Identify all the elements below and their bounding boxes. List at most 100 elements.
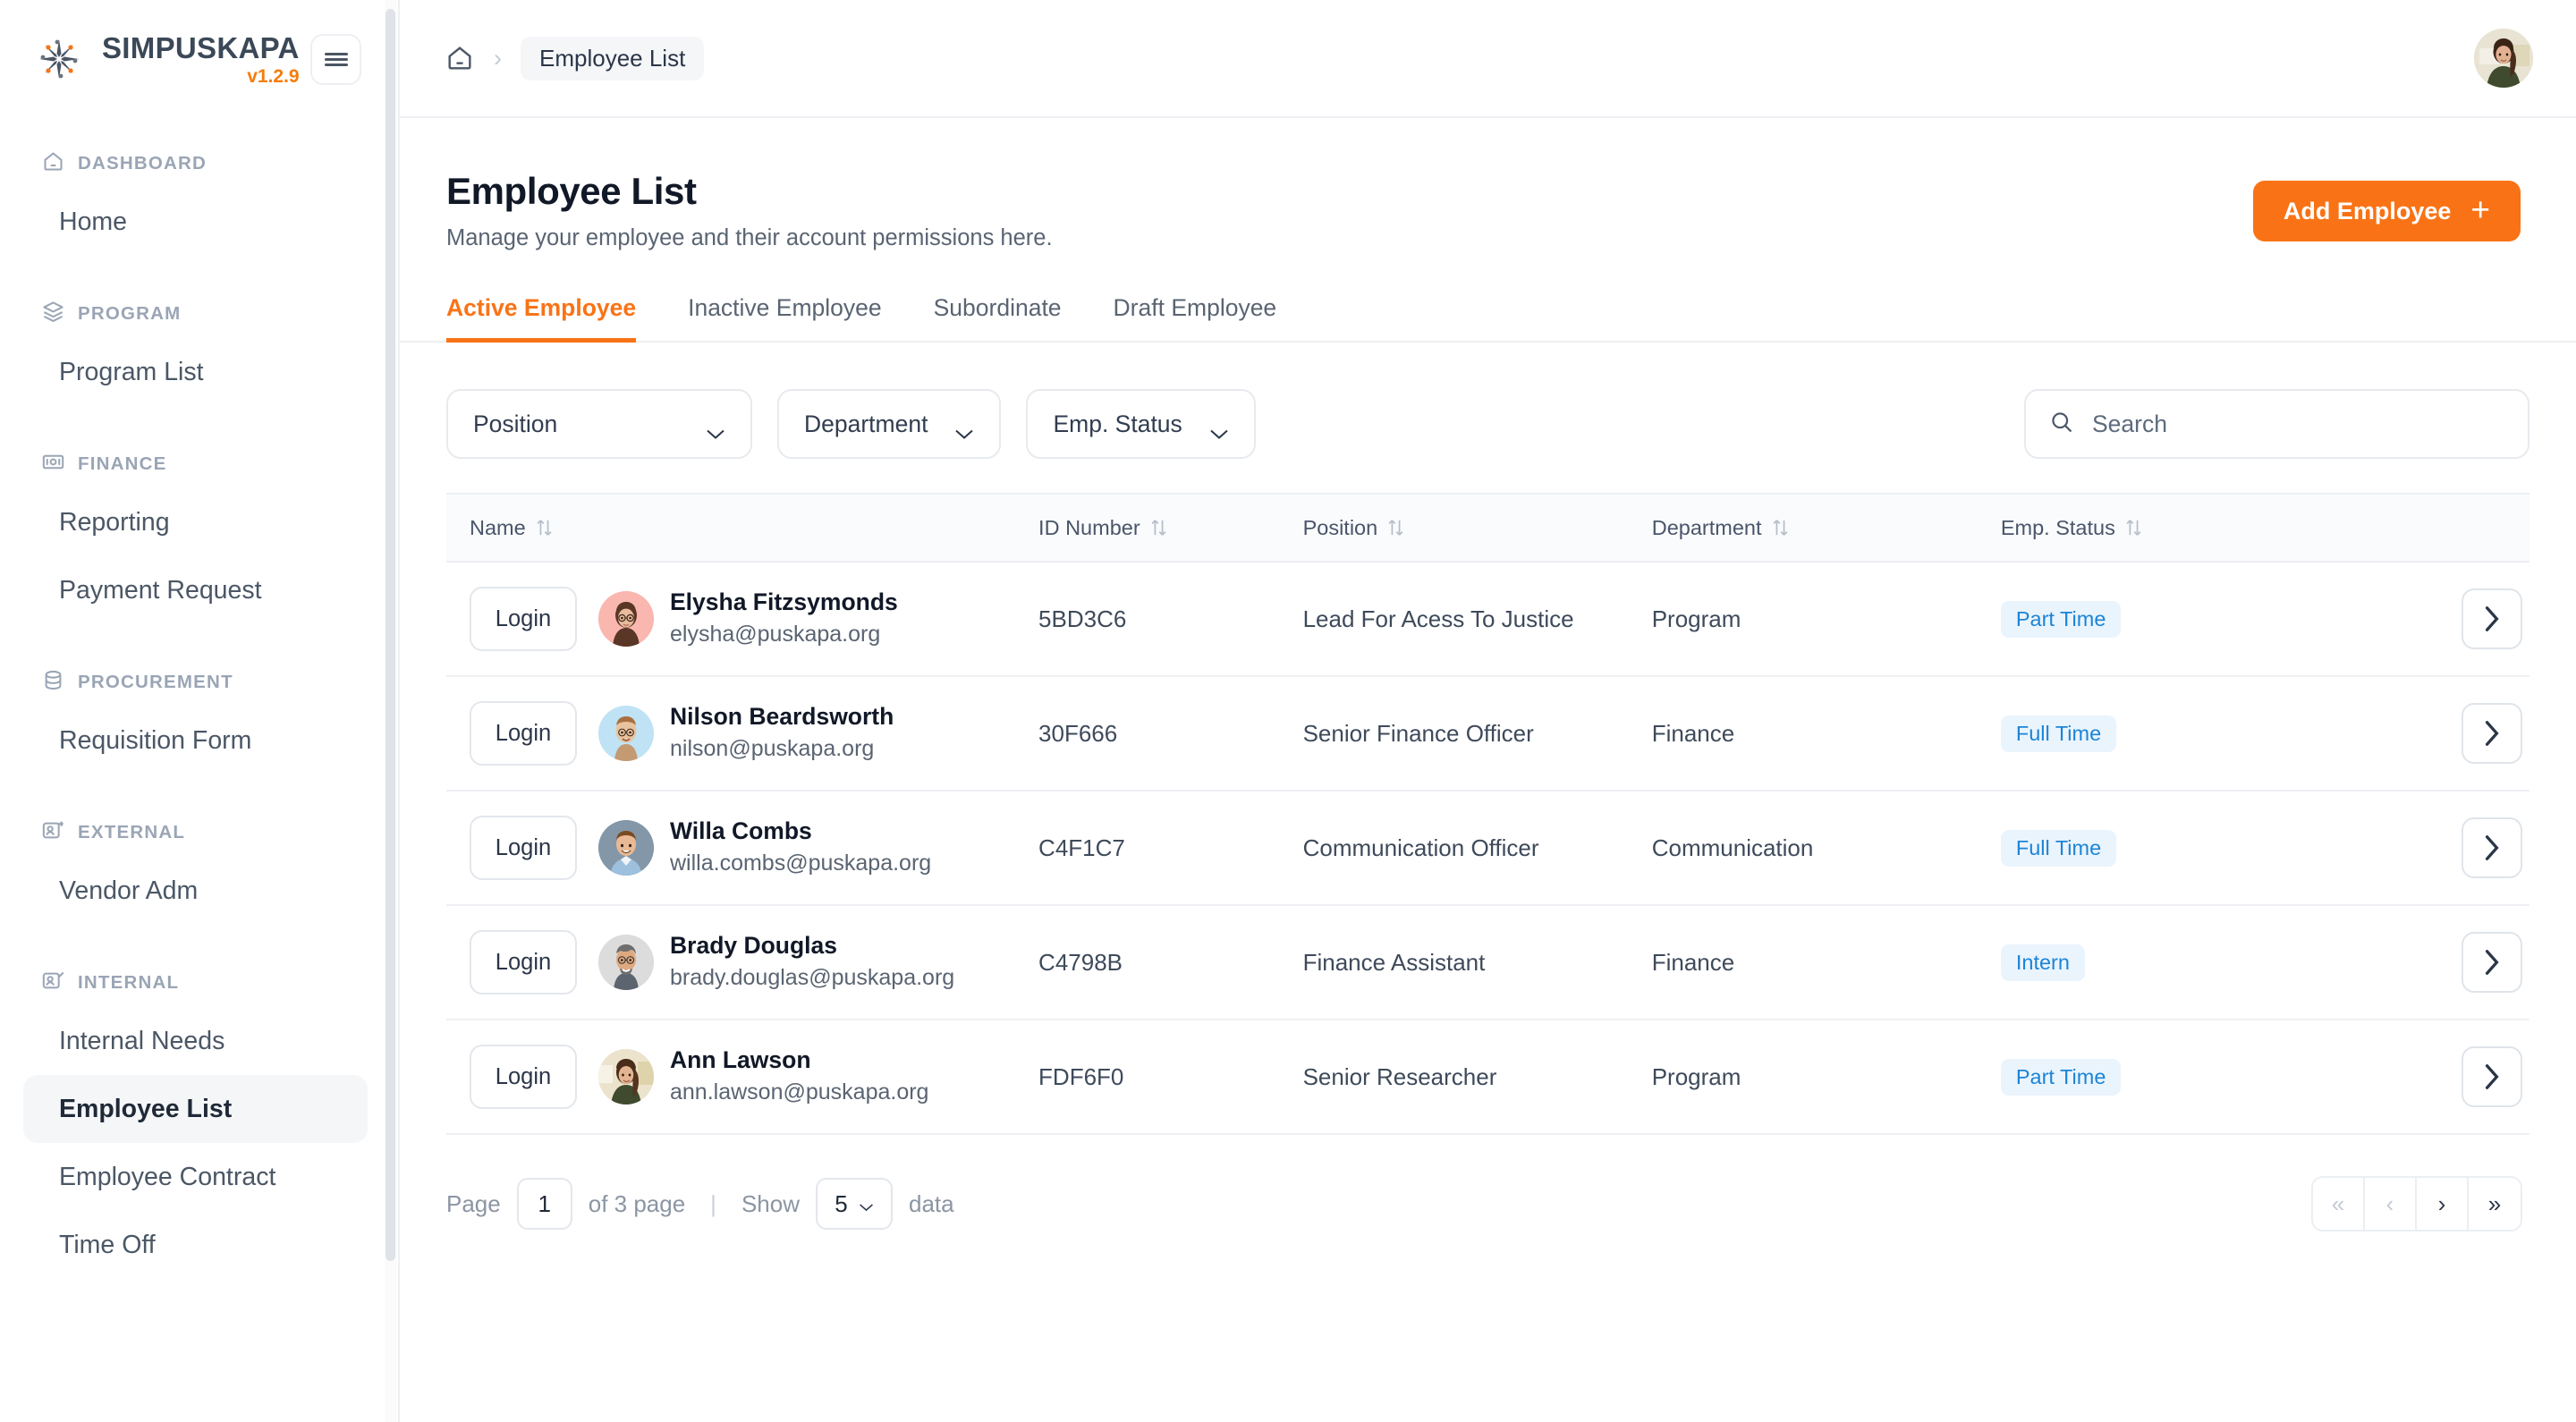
- breadcrumb: › Employee List: [445, 36, 705, 80]
- position-filter-label: Position: [473, 410, 558, 437]
- breadcrumb-separator: ›: [494, 44, 502, 72]
- sidebar-item-home[interactable]: Home: [23, 188, 368, 256]
- sidebar-item-vendor-adm[interactable]: Vendor Adm: [23, 857, 368, 925]
- column-label: Emp. Status: [2000, 515, 2115, 539]
- sidebar-item-program-list[interactable]: Program List: [23, 338, 368, 406]
- status-badge: Full Time: [2000, 829, 2117, 867]
- cell-actions: [2318, 791, 2529, 906]
- column-header-department[interactable]: Department: [1651, 493, 2001, 563]
- search-input[interactable]: [2092, 410, 2504, 438]
- login-button[interactable]: Login: [470, 1045, 577, 1109]
- page-number-input[interactable]: 1: [516, 1178, 572, 1230]
- avatar: [598, 1049, 654, 1105]
- sidebar-section-internal: INTERNAL: [0, 959, 398, 1007]
- cell-actions: [2318, 905, 2529, 1020]
- avatar[interactable]: [2474, 29, 2533, 88]
- page-title: Employee List: [446, 170, 697, 212]
- sort-icon: [1772, 518, 1789, 537]
- table-row[interactable]: Login: [446, 676, 2529, 791]
- next-page-button[interactable]: ›: [2417, 1178, 2469, 1230]
- sidebar-section-label: FINANCE: [78, 453, 167, 474]
- login-button[interactable]: Login: [470, 816, 577, 880]
- tab-subordinate[interactable]: Subordinate: [934, 294, 1062, 343]
- sidebar-nav: DASHBOARD Home PROGRAM Program List FINA…: [0, 118, 398, 1279]
- show-label: Show: [741, 1189, 800, 1217]
- sidebar-item-employee-contract[interactable]: Employee Contract: [23, 1143, 368, 1211]
- chevron-right-icon[interactable]: [2462, 588, 2522, 649]
- search-box[interactable]: [2024, 389, 2529, 459]
- filter-bar: Position Department Emp. Status: [400, 389, 2576, 459]
- sidebar-item-payment-request[interactable]: Payment Request: [23, 556, 368, 624]
- user-check-icon: [41, 969, 65, 998]
- sidebar-section-label: DASHBOARD: [78, 153, 208, 174]
- chevron-right-icon[interactable]: [2462, 1046, 2522, 1107]
- breadcrumb-current[interactable]: Employee List: [521, 36, 705, 80]
- prev-page-button[interactable]: ‹: [2365, 1178, 2417, 1230]
- table-row[interactable]: Login: [446, 1020, 2529, 1135]
- sidebar-section-label: PROCUREMENT: [78, 672, 233, 692]
- sun-people-logo-icon: [34, 34, 84, 84]
- sidebar: SIMPUSKAPA v1.2.9 DASHBOARD Home PROGRAM…: [0, 0, 400, 1422]
- column-header-name[interactable]: Name: [446, 493, 1039, 563]
- cell-department: Communication: [1651, 791, 2001, 906]
- sidebar-item-time-off[interactable]: Time Off: [23, 1211, 368, 1279]
- sidebar-item-requisition-form[interactable]: Requisition Form: [23, 707, 368, 774]
- emp-status-filter[interactable]: Emp. Status: [1026, 389, 1256, 459]
- cell-emp-status: Part Time: [2000, 1020, 2318, 1135]
- tab-active-employee[interactable]: Active Employee: [446, 294, 637, 343]
- chevron-right-icon[interactable]: [2462, 703, 2522, 764]
- cell-name: Login: [446, 562, 1039, 677]
- employee-name: Brady Douglas: [670, 932, 838, 960]
- cell-name: Login: [446, 791, 1039, 906]
- chevron-down-icon: [859, 1190, 874, 1218]
- cell-department: Finance: [1651, 676, 2001, 791]
- tab-draft-employee[interactable]: Draft Employee: [1114, 294, 1277, 343]
- chevron-right-icon[interactable]: [2462, 817, 2522, 878]
- avatar: [598, 591, 654, 647]
- employee-name: Ann Lawson: [670, 1046, 811, 1074]
- cell-name: Login: [446, 676, 1039, 791]
- table-row[interactable]: Login: [446, 791, 2529, 906]
- column-header-id-number[interactable]: ID Number: [1038, 493, 1303, 563]
- sidebar-section-label: PROGRAM: [78, 303, 182, 324]
- login-button[interactable]: Login: [470, 587, 577, 651]
- emp-status-filter-label: Emp. Status: [1053, 410, 1182, 437]
- sidebar-section-procurement: PROCUREMENT: [0, 658, 398, 707]
- column-header-emp-status[interactable]: Emp. Status: [2000, 493, 2318, 563]
- column-header-actions: [2318, 493, 2529, 563]
- rows-per-page-select[interactable]: 5: [815, 1178, 893, 1230]
- add-employee-button[interactable]: Add Employee +: [2252, 181, 2521, 241]
- department-filter[interactable]: Department: [777, 389, 1002, 459]
- column-label: Position: [1302, 515, 1378, 539]
- home-icon[interactable]: [445, 43, 475, 73]
- first-page-button[interactable]: «: [2313, 1178, 2365, 1230]
- employee-name: Willa Combs: [670, 817, 812, 845]
- table-row[interactable]: Login: [446, 562, 2529, 677]
- sort-icon: [536, 518, 553, 537]
- table-row[interactable]: Login: [446, 905, 2529, 1020]
- sidebar-item-employee-list[interactable]: Employee List: [23, 1075, 368, 1143]
- sort-icon: [2125, 518, 2142, 537]
- employee-name: Nilson Beardsworth: [670, 703, 894, 731]
- column-header-position[interactable]: Position: [1302, 493, 1652, 563]
- login-button[interactable]: Login: [470, 701, 577, 766]
- sidebar-item-reporting[interactable]: Reporting: [23, 488, 368, 556]
- hamburger-icon[interactable]: [310, 34, 361, 85]
- avatar: [598, 706, 654, 761]
- sidebar-section-program: PROGRAM: [0, 290, 398, 338]
- position-filter[interactable]: Position: [446, 389, 752, 459]
- database-icon: [41, 668, 65, 698]
- login-button[interactable]: Login: [470, 930, 577, 995]
- last-page-button[interactable]: »: [2469, 1178, 2521, 1230]
- table-header-row: Name ID Number Position Department Emp. …: [446, 493, 2529, 563]
- chevron-right-icon[interactable]: [2462, 932, 2522, 993]
- sidebar-section-label: INTERNAL: [78, 972, 180, 993]
- sidebar-item-internal-needs[interactable]: Internal Needs: [23, 1007, 368, 1075]
- cell-id-number: 5BD3C6: [1038, 562, 1303, 677]
- banknote-icon: [41, 450, 65, 479]
- sidebar-scrollbar-thumb[interactable]: [386, 9, 395, 1261]
- tab-inactive-employee[interactable]: Inactive Employee: [688, 294, 882, 343]
